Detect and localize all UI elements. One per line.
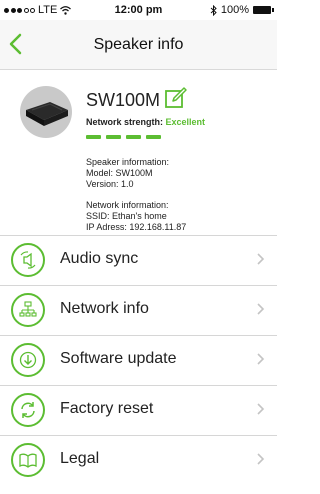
strength-bars <box>86 135 161 139</box>
menu-item-factory-reset[interactable]: Factory reset <box>0 385 277 435</box>
download-icon <box>11 343 45 377</box>
menu-label: Legal <box>60 450 100 467</box>
network-strength-label: Network strength: <box>86 117 164 127</box>
menu-label: Audio sync <box>60 250 139 267</box>
reset-icon <box>11 393 45 427</box>
model-text: Model: SW100M <box>86 168 153 178</box>
status-bar: LTE 12:00 pm 100% <box>0 0 277 20</box>
menu-label: Factory reset <box>60 400 154 417</box>
strength-bar <box>86 135 101 139</box>
battery-percent: 100% <box>220 4 249 16</box>
speaker-name: SW100M <box>86 90 161 110</box>
network-strength-value: Excellent <box>165 117 206 127</box>
strength-bar <box>126 135 141 139</box>
menu-label: Software update <box>60 350 177 367</box>
chevron-right-icon <box>257 353 265 365</box>
nav-bar: Speaker info <box>0 20 277 70</box>
menu-item-audio-sync[interactable]: Audio sync <box>0 235 277 285</box>
ssid-text: SSID: Ethan's home <box>86 211 167 221</box>
menu-item-software-update[interactable]: Software update <box>0 335 277 385</box>
page-title: Speaker info <box>93 36 184 53</box>
battery-area: 100% <box>210 4 274 16</box>
menu-item-network-info[interactable]: Network info <box>0 285 277 335</box>
chevron-right-icon <box>257 253 265 265</box>
book-icon <box>11 443 45 477</box>
battery-icon <box>253 6 274 14</box>
network-strength: Network strength: Excellent <box>86 117 205 127</box>
edit-icon <box>165 87 187 108</box>
speaker-sync-icon <box>11 243 45 277</box>
edit-name-button[interactable] <box>164 86 188 110</box>
version-text: Version: 1.0 <box>86 179 134 189</box>
menu-item-legal[interactable]: Legal <box>0 435 277 485</box>
chevron-right-icon <box>257 453 265 465</box>
speaker-information: Speaker information: Model: SW100M Versi… <box>86 157 169 190</box>
speaker-image <box>20 86 72 138</box>
settings-menu: Audio sync Network info Software update … <box>0 235 277 485</box>
network-information: Network information: SSID: Ethan's home … <box>86 200 186 233</box>
chevron-right-icon <box>257 403 265 415</box>
chevron-right-icon <box>257 303 265 315</box>
menu-label: Network info <box>60 300 149 317</box>
strength-bar <box>146 135 161 139</box>
ip-text: IP Adress: 192.168.11.87 <box>86 222 187 232</box>
bluetooth-icon <box>210 4 217 16</box>
network-icon <box>11 293 45 327</box>
strength-bar <box>106 135 121 139</box>
network-info-heading: Network information: <box>86 200 169 210</box>
speaker-info-panel: SW100M Network strength: Excellent Speak… <box>0 70 277 235</box>
speaker-info-heading: Speaker information: <box>86 157 170 167</box>
